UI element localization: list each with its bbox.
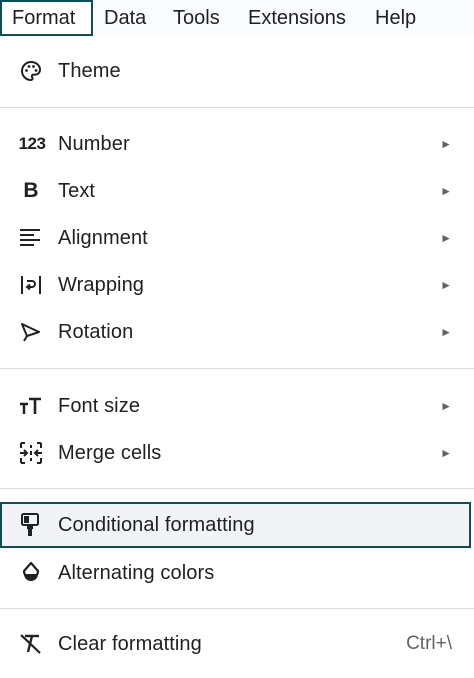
menu-item-clear-formatting[interactable]: Clear formatting Ctrl+\	[0, 621, 474, 667]
divider	[0, 488, 474, 489]
wrap-icon	[18, 273, 44, 297]
menu-format[interactable]: Format	[0, 0, 93, 36]
clear-format-icon	[18, 632, 44, 656]
menu-item-label: Font size	[58, 395, 141, 417]
merge-cells-icon	[18, 441, 44, 465]
menu-item-number[interactable]: 123 Number ►	[0, 121, 474, 167]
menu-item-label: Number	[58, 133, 130, 155]
divider	[0, 107, 474, 108]
menu-item-label: Rotation	[58, 321, 134, 343]
bold-icon: B	[18, 179, 44, 203]
submenu-arrow-icon: ►	[440, 231, 452, 245]
menu-item-label: Clear formatting	[58, 633, 202, 655]
menu-item-label: Conditional formatting	[58, 514, 255, 536]
menu-tools[interactable]: Tools	[173, 0, 220, 36]
bold-icon-text: B	[23, 179, 39, 202]
submenu-arrow-icon: ►	[440, 184, 452, 198]
paint-roller-icon	[18, 513, 44, 537]
submenu-arrow-icon: ►	[440, 137, 452, 151]
menu-item-theme[interactable]: Theme	[0, 48, 474, 94]
shortcut-hint: Ctrl+\	[406, 633, 452, 654]
menu-item-text[interactable]: B Text ►	[0, 168, 474, 214]
rotation-icon	[18, 320, 44, 344]
submenu-arrow-icon: ►	[440, 399, 452, 413]
submenu-arrow-icon: ►	[440, 278, 452, 292]
menu-bar: Format Data Tools Extensions Help	[0, 0, 474, 36]
menu-item-font-size[interactable]: Font size ►	[0, 383, 474, 429]
align-left-icon	[18, 226, 44, 250]
menu-item-merge-cells[interactable]: Merge cells ►	[0, 430, 474, 476]
menu-item-label: Alternating colors	[58, 562, 215, 584]
menu-item-rotation[interactable]: Rotation ►	[0, 309, 474, 355]
menu-item-label: Theme	[58, 60, 121, 82]
menu-item-wrapping[interactable]: Wrapping ►	[0, 262, 474, 308]
format-dropdown-menu: Theme 123 Number ► B Text ► Alignment ► …	[0, 36, 474, 678]
menu-item-alignment[interactable]: Alignment ►	[0, 215, 474, 261]
font-size-icon	[18, 394, 44, 418]
menu-item-label: Text	[58, 180, 96, 202]
menu-extensions[interactable]: Extensions	[248, 0, 346, 36]
menu-item-conditional-formatting[interactable]: Conditional formatting	[0, 502, 471, 548]
menu-item-label: Wrapping	[58, 274, 145, 296]
number-icon-text: 123	[18, 134, 46, 153]
fill-drop-icon	[18, 561, 44, 585]
menu-item-label: Merge cells	[58, 442, 162, 464]
menu-item-label: Alignment	[58, 227, 148, 249]
menu-item-alternating-colors[interactable]: Alternating colors	[0, 550, 474, 596]
divider	[0, 368, 474, 369]
divider	[0, 608, 474, 609]
menu-data[interactable]: Data	[104, 0, 146, 36]
submenu-arrow-icon: ►	[440, 446, 452, 460]
palette-icon	[18, 59, 44, 83]
menu-help[interactable]: Help	[375, 0, 416, 36]
submenu-arrow-icon: ►	[440, 325, 452, 339]
number-123-icon: 123	[17, 132, 47, 156]
